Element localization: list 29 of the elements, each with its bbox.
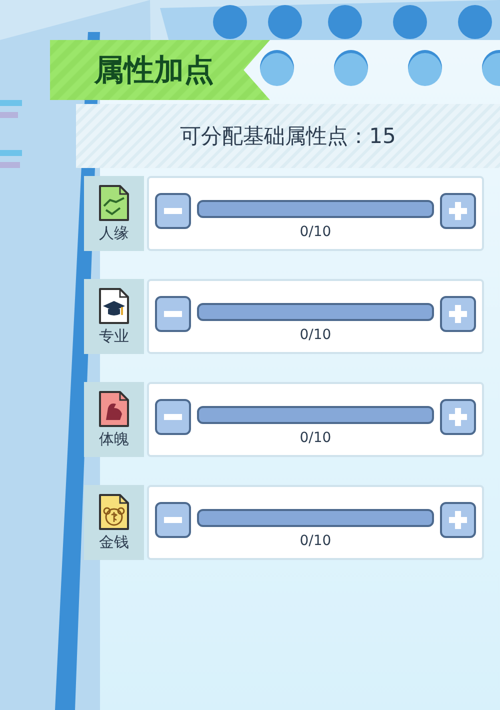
plus-button[interactable] <box>440 399 476 435</box>
plus-icon <box>447 303 469 325</box>
attribute-reading: 0/10 <box>300 224 332 240</box>
attribute-name: 人缘 <box>99 224 129 243</box>
attribute-reading: 0/10 <box>300 533 332 549</box>
minus-icon <box>164 208 182 214</box>
plus-icon <box>447 200 469 222</box>
attribute-name: 体魄 <box>99 430 129 449</box>
minus-button[interactable] <box>155 193 191 229</box>
punch-hole <box>260 50 294 86</box>
minus-icon <box>164 311 182 317</box>
panel-title: 属性加点 <box>94 52 214 90</box>
plus-icon <box>447 509 469 531</box>
minus-button[interactable] <box>155 502 191 538</box>
attribute-name: 专业 <box>99 327 129 346</box>
minus-button[interactable] <box>155 296 191 332</box>
available-points-text: 可分配基础属性点：15 <box>180 123 396 150</box>
plus-button[interactable] <box>440 193 476 229</box>
punch-hole <box>408 50 442 86</box>
punch-hole <box>334 50 368 86</box>
minus-icon <box>164 517 182 523</box>
minus-icon <box>164 414 182 420</box>
attribute-name: 金钱 <box>99 533 129 552</box>
attribute-reading: 0/10 <box>300 327 332 343</box>
plus-icon <box>447 406 469 428</box>
minus-button[interactable] <box>155 399 191 435</box>
plus-button[interactable] <box>440 502 476 538</box>
plus-button[interactable] <box>440 296 476 332</box>
attribute-reading: 0/10 <box>300 430 332 446</box>
